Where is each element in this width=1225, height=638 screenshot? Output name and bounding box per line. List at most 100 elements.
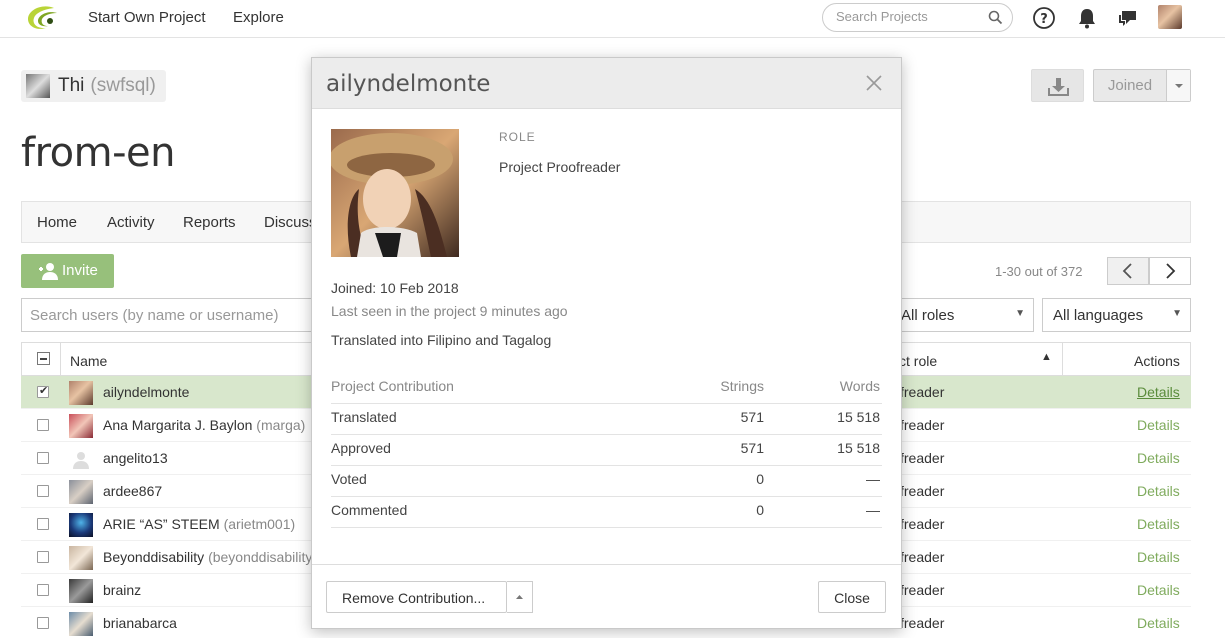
bell-icon[interactable] — [1075, 6, 1099, 30]
project-search[interactable] — [822, 3, 1013, 32]
column-actions: Actions — [1134, 353, 1180, 369]
row-checkbox[interactable] — [37, 584, 49, 596]
details-link[interactable]: Details — [1137, 450, 1180, 466]
pager-prev-button[interactable] — [1107, 257, 1149, 285]
role-caption: ROLE — [499, 130, 536, 144]
contribution-row: Approved 571 15 518 — [331, 435, 882, 466]
details-link[interactable]: Details — [1137, 549, 1180, 565]
explore-link[interactable]: Explore — [233, 9, 284, 26]
row-role[interactable]: freader — [900, 516, 944, 532]
contribution-label: Translated — [331, 409, 397, 425]
row-user-name[interactable]: Ana Margarita J. Baylon (marga) — [103, 417, 305, 433]
project-owner-chip[interactable]: Thi (swfsql) — [21, 70, 166, 102]
roles-filter-select[interactable]: All roles ▼ — [890, 298, 1034, 332]
row-user-name[interactable]: ardee867 — [103, 483, 162, 499]
tab-reports[interactable]: Reports — [183, 214, 236, 231]
row-role[interactable]: freader — [900, 384, 944, 400]
contribution-words: — — [866, 502, 880, 518]
avatar — [69, 612, 93, 636]
row-user-name[interactable]: brianabarca — [103, 615, 177, 631]
invite-label: Invite — [62, 262, 98, 279]
row-role[interactable]: freader — [900, 417, 944, 433]
contribution-header-label: Project Contribution — [331, 378, 454, 394]
row-checkbox[interactable] — [37, 419, 49, 431]
row-role[interactable]: freader — [900, 450, 944, 466]
row-checkbox[interactable] — [37, 617, 49, 629]
member-photo — [331, 129, 459, 257]
row-role[interactable]: freader — [900, 615, 944, 631]
details-link[interactable]: Details — [1137, 384, 1180, 400]
details-link[interactable]: Details — [1137, 417, 1180, 433]
tab-discuss[interactable]: Discuss — [264, 214, 317, 231]
user-avatar[interactable] — [1158, 5, 1182, 29]
svg-text:?: ? — [1040, 12, 1048, 27]
last-seen: Last seen in the project 9 minutes ago — [331, 303, 568, 319]
row-user-name[interactable]: Beyonddisability (beyonddisability) — [103, 549, 317, 565]
row-checkbox[interactable] — [37, 384, 49, 398]
owner-name: Thi — [58, 75, 85, 96]
column-name[interactable]: Name — [70, 353, 107, 369]
caret-up-icon — [516, 595, 523, 599]
contribution-strings: 0 — [756, 471, 764, 487]
row-checkbox[interactable] — [37, 452, 49, 464]
column-project-role[interactable]: ct role — [899, 353, 937, 369]
tab-activity[interactable]: Activity — [107, 214, 155, 231]
tab-home[interactable]: Home — [37, 214, 77, 231]
row-user-name[interactable]: ARIE “AS” STEEM (arietm001) — [103, 516, 295, 532]
help-icon[interactable]: ? — [1032, 6, 1056, 30]
row-checkbox[interactable] — [37, 485, 49, 497]
column-divider — [60, 343, 61, 375]
download-button[interactable] — [1031, 69, 1084, 102]
top-navbar: Start Own Project Explore ? — [0, 0, 1225, 38]
contribution-words: — — [866, 471, 880, 487]
joined-label: Joined — [1107, 77, 1153, 94]
contribution-row: Voted 0 — — [331, 466, 882, 497]
download-icon — [1048, 78, 1069, 96]
joined-button[interactable]: Joined — [1093, 69, 1191, 102]
details-link[interactable]: Details — [1137, 615, 1180, 631]
close-icon[interactable] — [865, 74, 883, 92]
user-search-input[interactable] — [21, 298, 321, 332]
default-avatar-icon — [69, 447, 93, 471]
contribution-strings: 571 — [740, 409, 764, 425]
avatar — [69, 579, 93, 603]
add-user-icon — [39, 263, 58, 280]
start-own-project-link[interactable]: Start Own Project — [88, 9, 206, 26]
search-icon[interactable] — [988, 10, 1003, 25]
caret-down-icon: ▼ — [1172, 308, 1182, 319]
row-role[interactable]: freader — [900, 549, 944, 565]
messages-icon[interactable] — [1116, 6, 1140, 30]
avatar — [69, 414, 93, 438]
row-role[interactable]: freader — [900, 483, 944, 499]
avatar — [69, 513, 93, 537]
joined-date: Joined: 10 Feb 2018 — [331, 280, 459, 296]
sort-ascending-icon[interactable]: ▲ — [1041, 351, 1052, 363]
remove-contribution-button[interactable]: Remove Contribution... — [326, 581, 507, 613]
remove-options-toggle[interactable] — [507, 581, 533, 613]
dialog-title: ailyndelmonte — [326, 71, 491, 97]
contribution-words: 15 518 — [837, 409, 880, 425]
contribution-header: Project Contribution Strings Words — [331, 373, 882, 404]
details-link[interactable]: Details — [1137, 483, 1180, 499]
row-checkbox[interactable] — [37, 551, 49, 563]
row-role[interactable]: freader — [900, 582, 944, 598]
languages-filter-select[interactable]: All languages ▼ — [1042, 298, 1191, 332]
close-button[interactable]: Close — [818, 581, 886, 613]
row-user-name[interactable]: angelito13 — [103, 450, 168, 466]
row-user-name[interactable]: brainz — [103, 582, 141, 598]
contribution-label: Approved — [331, 440, 391, 456]
joined-dropdown-toggle[interactable] — [1166, 70, 1190, 101]
project-search-input[interactable] — [836, 9, 986, 24]
select-all-checkbox[interactable] — [37, 352, 50, 365]
avatar — [69, 381, 93, 405]
crowdin-logo[interactable] — [24, 4, 60, 32]
contribution-row: Translated 571 15 518 — [331, 404, 882, 435]
contribution-strings: 571 — [740, 440, 764, 456]
invite-button[interactable]: Invite — [21, 254, 114, 288]
row-user-name[interactable]: ailyndelmonte — [103, 384, 189, 400]
details-link[interactable]: Details — [1137, 582, 1180, 598]
details-link[interactable]: Details — [1137, 516, 1180, 532]
member-details-dialog: ailyndelmonte ROLE Project Proofreader J… — [311, 57, 902, 629]
pager-next-button[interactable] — [1149, 257, 1191, 285]
row-checkbox[interactable] — [37, 518, 49, 530]
